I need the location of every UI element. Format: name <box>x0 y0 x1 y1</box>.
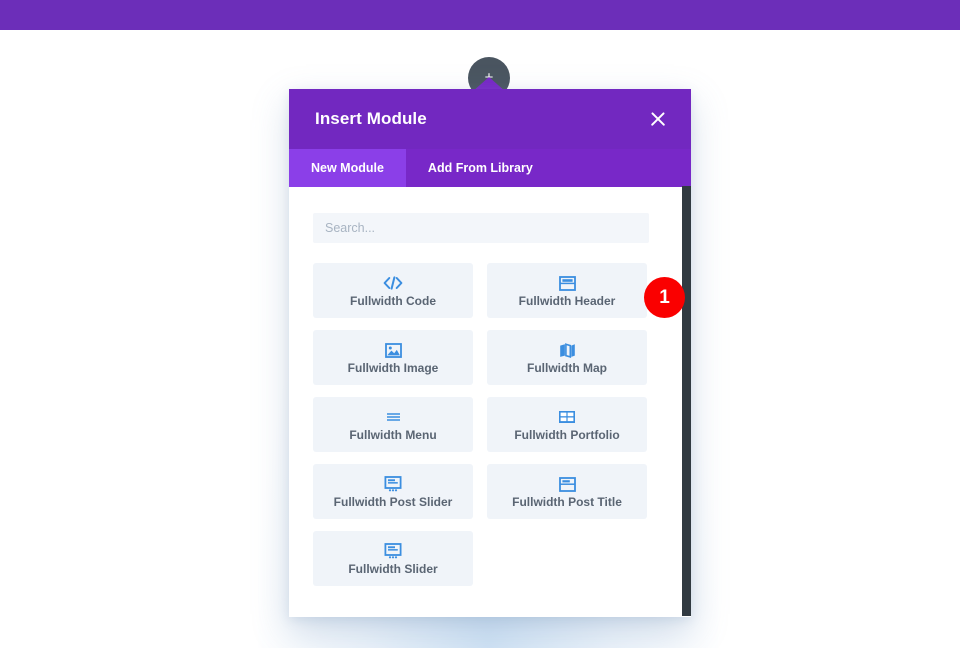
module-grid: Fullwidth Code Fullwidth Header Fullwidt… <box>313 263 667 586</box>
code-icon <box>383 274 403 292</box>
tab-new-module[interactable]: New Module <box>289 149 406 187</box>
modal-body: Fullwidth Code Fullwidth Header <box>289 187 691 617</box>
module-label: Fullwidth Header <box>518 294 616 308</box>
module-card-fullwidth-slider[interactable]: Fullwidth Slider <box>313 531 473 586</box>
page-title: Insert Module <box>315 109 427 128</box>
modal-tab-bar: New Module Add From Library <box>289 149 691 187</box>
module-card-fullwidth-post-slider[interactable]: Fullwidth Post Slider <box>313 464 473 519</box>
vertical-scrollbar[interactable] <box>682 186 691 616</box>
module-label: Fullwidth Post Title <box>512 495 622 509</box>
module-label: Fullwidth Post Slider <box>333 495 453 509</box>
portfolio-grid-icon <box>558 408 576 426</box>
module-label: Fullwidth Portfolio <box>514 428 620 442</box>
admin-top-bar <box>0 0 960 30</box>
tab-new-module-label: New Module <box>311 161 384 175</box>
module-label: Fullwidth Menu <box>349 428 437 442</box>
tab-add-from-library-label: Add From Library <box>427 161 533 175</box>
modal-header: Insert Module <box>289 89 691 149</box>
module-label: Fullwidth Slider <box>348 562 438 576</box>
image-icon <box>384 341 402 359</box>
post-title-icon <box>558 475 576 493</box>
close-icon[interactable] <box>647 108 669 130</box>
slider-icon <box>384 542 402 560</box>
module-card-fullwidth-map[interactable]: Fullwidth Map <box>487 330 647 385</box>
search-input[interactable] <box>313 213 649 243</box>
module-label: Fullwidth Image <box>347 361 439 375</box>
module-card-fullwidth-image[interactable]: Fullwidth Image <box>313 330 473 385</box>
module-card-fullwidth-code[interactable]: Fullwidth Code <box>313 263 473 318</box>
header-icon <box>558 274 576 292</box>
module-card-fullwidth-portfolio[interactable]: Fullwidth Portfolio <box>487 397 647 452</box>
module-label: Fullwidth Code <box>350 294 436 308</box>
menu-icon <box>385 408 402 426</box>
post-slider-icon <box>384 475 402 493</box>
module-card-fullwidth-menu[interactable]: Fullwidth Menu <box>313 397 473 452</box>
map-icon <box>559 341 576 359</box>
step-badge-number: 1 <box>659 286 670 308</box>
insert-module-modal: Insert Module New Module Add From Librar… <box>289 89 691 617</box>
step-badge-1: 1 <box>644 277 685 318</box>
module-card-fullwidth-post-title[interactable]: Fullwidth Post Title <box>487 464 647 519</box>
module-card-fullwidth-header[interactable]: Fullwidth Header <box>487 263 647 318</box>
module-label: Fullwidth Map <box>527 361 607 375</box>
tab-add-from-library[interactable]: Add From Library <box>406 149 555 187</box>
